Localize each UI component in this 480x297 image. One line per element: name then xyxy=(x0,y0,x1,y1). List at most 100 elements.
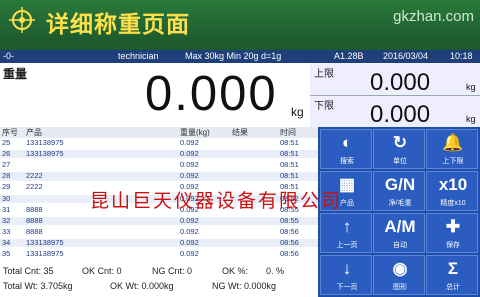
upper-limit-value: 0.000 xyxy=(370,69,431,96)
auto-label: 自动 xyxy=(393,242,407,249)
arrow-up-icon: ↑ xyxy=(342,217,352,236)
save-icon: ✚ xyxy=(445,217,461,236)
upper-limit[interactable]: 上限 0.000 kg xyxy=(310,63,480,96)
upper-limit-unit: kg xyxy=(466,82,476,92)
row-product: 133138975 xyxy=(26,138,64,147)
table-row[interactable]: 33 8888 0.092 08:56 xyxy=(0,226,318,236)
weight-panel: 重量 0.000 kg xyxy=(0,63,310,128)
gross-net-button[interactable]: G/N 净/毛重 xyxy=(373,171,425,211)
col-header-result: 结果 xyxy=(232,128,248,137)
table-row[interactable]: 27 0.092 08:51 xyxy=(0,160,318,170)
totals-panel: Total Cnt: 35 OK Cnt: 0 NG Cnt: 0 OK %: … xyxy=(0,262,318,297)
row-time: 08:51 xyxy=(280,138,299,147)
graph-button[interactable]: ◉ 图形 xyxy=(373,255,425,295)
status-model: A1.28B xyxy=(334,51,364,61)
gross-net-icon: G/N xyxy=(384,175,416,194)
row-product: 133138975 xyxy=(26,249,64,258)
ng-count: NG Cnt: 0 xyxy=(152,266,193,276)
table-row[interactable]: 35 133138975 0.092 08:56 xyxy=(0,249,318,258)
total-button[interactable]: Σ 总计 xyxy=(426,255,478,295)
ok-percent-label: OK %: xyxy=(222,266,249,276)
sigma-icon: Σ xyxy=(447,259,459,278)
row-product: 2222 xyxy=(26,171,43,181)
scale-screen: -0- technician Max 30kg Min 20g d=1g A1.… xyxy=(0,50,480,297)
page-banner: 详细称重页面 gkzhan.com xyxy=(0,0,480,42)
status-bar: -0- technician Max 30kg Min 20g d=1g A1.… xyxy=(0,50,480,63)
search-label: 搜索 xyxy=(340,158,354,165)
unit-button[interactable]: ↻ 单位 xyxy=(373,129,425,169)
limits-button[interactable]: 🔔 上下限 xyxy=(426,129,478,169)
save-button[interactable]: ✚ 保存 xyxy=(426,213,478,253)
prev-page-label: 上一页 xyxy=(336,242,358,249)
row-index: 26 xyxy=(2,149,11,159)
site-watermark: gkzhan.com xyxy=(393,8,474,25)
row-weight: 0.092 xyxy=(180,160,199,170)
row-index: 31 xyxy=(2,204,11,214)
row-index: 29 xyxy=(2,182,11,192)
function-buttons: ◐ 搜索 ↻ 单位 🔔 上下限 ▦ 产品 G/N 净/毛重 x10 精度x10 ↑ 上一页 A/M 自动 ✚ 保存… xyxy=(318,127,480,297)
gross-net-label: 净/毛重 xyxy=(388,200,412,207)
ok-percent-value: 0. % xyxy=(266,266,285,276)
total-weight: Total Wt: 3.705kg xyxy=(3,281,73,291)
row-index: 28 xyxy=(2,171,11,181)
lower-limit-value: 0.000 xyxy=(370,101,431,128)
row-product: 8888 xyxy=(26,215,43,225)
total-count: Total Cnt: 35 xyxy=(3,266,54,276)
row-index: 25 xyxy=(2,138,11,147)
row-weight: 0.092 xyxy=(180,226,199,236)
row-product: 133138975 xyxy=(26,237,64,247)
precision-x10-label: 精度x10 xyxy=(440,200,466,207)
save-label: 保存 xyxy=(446,242,460,249)
row-index: 33 xyxy=(2,226,11,236)
row-time: 08:56 xyxy=(280,237,299,247)
x10-icon: x10 xyxy=(438,175,468,194)
lower-limit-label: 下限 xyxy=(314,101,334,112)
next-page-button[interactable]: ↓ 下一页 xyxy=(320,255,372,295)
lower-limit[interactable]: 下限 0.000 kg xyxy=(310,95,480,128)
palette-icon: ◉ xyxy=(392,259,408,278)
company-watermark: 昆山巨天仪器设备有限公司 xyxy=(90,190,343,212)
row-product: 2222 xyxy=(26,182,43,192)
ok-weight: OK Wt: 0.000kg xyxy=(110,281,174,291)
upper-limit-label: 上限 xyxy=(314,69,334,80)
row-time: 08:56 xyxy=(280,226,299,236)
row-time: 08:51 xyxy=(280,160,299,170)
precision-x10-button[interactable]: x10 精度x10 xyxy=(426,171,478,211)
auto-icon: A/M xyxy=(384,217,416,236)
row-product: 8888 xyxy=(26,204,43,214)
table-row[interactable]: 28 2222 0.092 08:51 xyxy=(0,171,318,181)
row-time: 08:56 xyxy=(280,249,299,258)
status-time: 10:18 xyxy=(450,51,473,61)
limits-panel: 上限 0.000 kg 下限 0.000 kg xyxy=(310,63,480,128)
status-zero: -0- xyxy=(3,51,14,61)
row-index: 35 xyxy=(2,249,11,258)
bell-icon: 🔔 xyxy=(442,133,464,152)
auto-button[interactable]: A/M 自动 xyxy=(373,213,425,253)
row-weight: 0.092 xyxy=(180,171,199,181)
row-index: 34 xyxy=(2,237,11,247)
search-button[interactable]: ◐ 搜索 xyxy=(320,129,372,169)
status-spec: Max 30kg Min 20g d=1g xyxy=(185,51,282,61)
ok-count: OK Cnt: 0 xyxy=(82,266,122,276)
arrow-down-icon: ↓ xyxy=(342,259,352,278)
row-index: 27 xyxy=(2,160,11,170)
table-row[interactable]: 32 8888 0.092 08:55 xyxy=(0,215,318,225)
lower-limit-unit: kg xyxy=(466,114,476,124)
row-product: 8888 xyxy=(26,226,43,236)
table-row[interactable]: 34 133138975 0.092 08:56 xyxy=(0,237,318,248)
col-header-index: 序号 xyxy=(2,128,18,137)
row-weight: 0.092 xyxy=(180,249,199,258)
status-user: technician xyxy=(118,51,159,61)
limits-label: 上下限 xyxy=(442,158,464,165)
crosshair-icon xyxy=(9,7,35,33)
row-index: 32 xyxy=(2,215,11,225)
table-row[interactable]: 25 133138975 0.092 08:51 xyxy=(0,138,318,147)
ng-weight: NG Wt: 0.000kg xyxy=(212,281,277,291)
graph-label: 图形 xyxy=(393,284,407,291)
weight-value: 0.000 xyxy=(145,67,278,121)
search-icon: ◐ xyxy=(341,133,353,152)
prev-page-button[interactable]: ↑ 上一页 xyxy=(320,213,372,253)
table-row[interactable]: 26 133138975 0.092 08:51 xyxy=(0,149,318,159)
col-header-time: 时间 xyxy=(280,128,296,137)
next-page-label: 下一页 xyxy=(336,284,358,291)
